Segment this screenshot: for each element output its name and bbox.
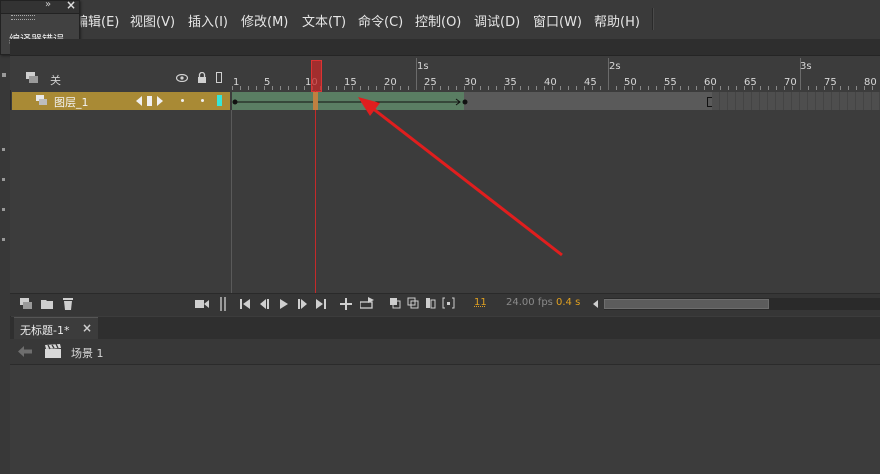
back-arrow-icon[interactable] [18, 346, 32, 357]
layer-name[interactable]: 图层_1 [54, 94, 89, 110]
frame-number: 1 [233, 77, 240, 88]
lock-dot-icon[interactable] [201, 99, 204, 102]
frame-number: 50 [624, 77, 637, 88]
dock-collapse-icon[interactable] [2, 73, 6, 77]
annotation-arrow [358, 97, 563, 257]
panel-split-icon[interactable] [220, 297, 226, 311]
scene-label[interactable]: 场景 1 [71, 345, 104, 361]
menu-view[interactable]: 视图(V) [130, 11, 175, 30]
new-folder-icon[interactable] [41, 298, 54, 309]
menu-modify[interactable]: 修改(M) [241, 11, 288, 30]
frame-number: 20 [384, 77, 397, 88]
menu-commands[interactable]: 命令(C) [358, 11, 403, 30]
document-tab[interactable]: 无标题-1* × [14, 317, 98, 340]
empty-frames[interactable] [712, 92, 880, 110]
dock-tool-icon[interactable] [2, 178, 5, 181]
dock-tool-icon[interactable] [2, 238, 5, 241]
menu-text[interactable]: 文本(T) [302, 11, 346, 30]
expand-arrows-icon[interactable]: » [45, 0, 51, 10]
layer-row[interactable]: 图层_1 [12, 92, 230, 110]
current-frame-cell [313, 92, 318, 110]
menu-window[interactable]: 窗口(W) [533, 11, 582, 30]
scene-bar: 场景 1 [10, 339, 880, 365]
visibility-dot-icon[interactable] [181, 99, 184, 102]
close-icon[interactable]: × [82, 321, 92, 335]
frame-number: 70 [784, 77, 797, 88]
eye-icon[interactable] [176, 74, 188, 82]
scrollbar-thumb[interactable] [604, 299, 769, 309]
clapperboard-icon [45, 344, 61, 358]
lock-icon[interactable] [197, 72, 207, 83]
layers-header-label: 关 [50, 74, 61, 87]
second-label: 2s [609, 61, 621, 72]
panel-header[interactable]: » × [1, 0, 79, 14]
layer-divider [231, 110, 232, 293]
menu-divider [652, 8, 654, 30]
frame-number: 5 [264, 77, 271, 88]
outline-color-swatch[interactable] [217, 95, 222, 106]
center-frame-icon[interactable] [360, 297, 374, 309]
frame-number: 65 [744, 77, 757, 88]
stage-area[interactable] [10, 365, 880, 474]
menu-help[interactable]: 帮助(H) [594, 11, 640, 30]
frame-number: 35 [504, 77, 517, 88]
close-icon[interactable]: × [66, 0, 76, 12]
second-label: 1s [417, 61, 429, 72]
playhead-line[interactable] [315, 90, 316, 293]
second-label: 3s [800, 61, 812, 72]
playback-controls[interactable] [240, 298, 338, 310]
frame-number: 40 [544, 77, 557, 88]
frame-number: 75 [824, 77, 837, 88]
menu-bar: 编辑(E) 视图(V) 插入(I) 修改(M) 文本(T) 命令(C) 控制(O… [0, 0, 880, 40]
outline-icon[interactable] [216, 72, 222, 83]
onion-skin-controls[interactable] [390, 297, 460, 310]
dock-tool-icon[interactable] [2, 208, 5, 211]
panel-grip[interactable] [11, 15, 35, 20]
frame-number: 55 [664, 77, 677, 88]
document-tab-title[interactable]: 无标题-1* [20, 322, 69, 338]
timeline-top-bar [10, 39, 880, 56]
menu-edit[interactable]: 编辑(E) [75, 11, 119, 30]
new-layer-icon[interactable] [20, 298, 33, 310]
frame-number: 45 [584, 77, 597, 88]
frame-number: 80 [864, 77, 877, 88]
loop-icon[interactable] [340, 298, 352, 310]
frame-number: 25 [424, 77, 437, 88]
frame-number: 30 [464, 77, 477, 88]
current-frame-value[interactable]: 11 [474, 297, 487, 308]
menu-debug[interactable]: 调试(D) [474, 11, 520, 30]
frame-number: 60 [704, 77, 717, 88]
layer-icon [36, 95, 47, 105]
elapsed-time-value[interactable]: 0.4 s [556, 297, 580, 308]
horizontal-scrollbar[interactable] [604, 298, 880, 310]
keyframe-nav-icon[interactable] [136, 96, 168, 106]
dock-tool-icon[interactable] [2, 148, 5, 151]
menu-control[interactable]: 控制(O) [415, 11, 461, 30]
frame-number: 15 [344, 77, 357, 88]
camera-icon[interactable] [195, 299, 209, 309]
layers-icon [26, 72, 38, 83]
menu-insert[interactable]: 插入(I) [188, 11, 228, 30]
document-tab-bar: 无标题-1* × [10, 317, 880, 340]
delete-icon[interactable] [62, 297, 74, 310]
fps-value[interactable]: 24.00 fps [506, 297, 553, 308]
scroll-left-icon[interactable] [590, 297, 602, 311]
timeline-footer: 11 24.00 fps 0.4 s [10, 293, 880, 316]
playhead-handle[interactable] [311, 60, 322, 92]
